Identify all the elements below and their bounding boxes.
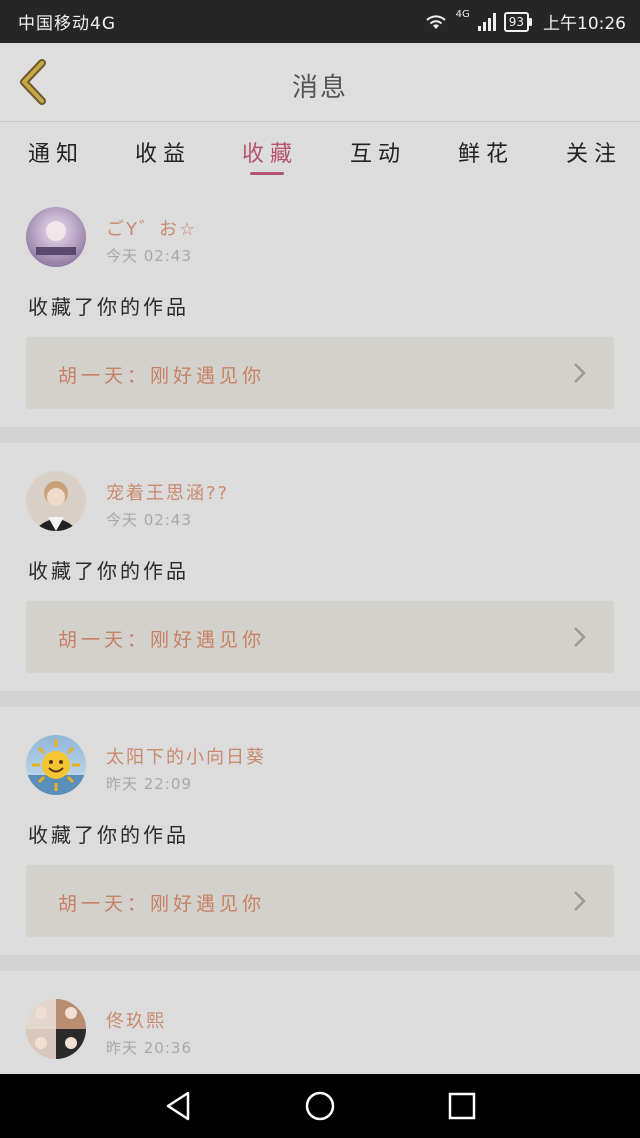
work-title: 胡一天：刚好遇见你: [58, 365, 266, 387]
username[interactable]: 宠着王思涵??: [106, 479, 229, 505]
list-item[interactable]: 太阳下的小向日葵 昨天 22:09 收藏了你的作品 胡一天：刚好遇见你: [0, 707, 640, 955]
username[interactable]: ごY゛お☆: [106, 215, 197, 241]
avatar[interactable]: [26, 735, 86, 795]
status-icons: 4G 93 上午10:26: [424, 9, 626, 34]
username[interactable]: 太阳下的小向日葵: [106, 743, 266, 769]
system-nav-bar: [0, 1074, 640, 1138]
signal-icon: [477, 12, 496, 31]
list-item[interactable]: 佟玖熙 昨天 20:36: [0, 971, 640, 1074]
clock: 上午10:26: [543, 14, 626, 34]
timestamp: 昨天 22:09: [106, 775, 192, 793]
divider: [0, 427, 640, 443]
chevron-right-icon: [574, 363, 586, 383]
avatar-portrait-icon: [34, 481, 78, 531]
tab-follows[interactable]: 关注: [566, 136, 622, 168]
list-item[interactable]: ごY゛お☆ 今天 02:43 收藏了你的作品 胡一天：刚好遇见你: [0, 183, 640, 427]
tab-earnings[interactable]: 收益: [135, 136, 191, 168]
avatar[interactable]: [26, 471, 86, 531]
carrier-label: 中国移动4G: [18, 14, 116, 34]
work-title: 胡一天：刚好遇见你: [58, 629, 266, 651]
sun-icon: [26, 739, 86, 795]
chevron-right-icon: [574, 891, 586, 911]
work-link[interactable]: 胡一天：刚好遇见你: [26, 337, 614, 409]
status-bar: 中国移动4G 4G 93 上午10:26: [0, 0, 640, 43]
tab-flowers[interactable]: 鲜花: [458, 136, 514, 168]
battery-icon: 93: [503, 11, 533, 32]
timestamp: 今天 02:43: [106, 247, 192, 265]
work-link[interactable]: 胡一天：刚好遇见你: [26, 865, 614, 937]
avatar[interactable]: [26, 207, 86, 267]
timestamp: 今天 02:43: [106, 511, 192, 529]
divider: [0, 691, 640, 707]
triangle-back-icon[interactable]: [160, 1088, 196, 1124]
work-title: 胡一天：刚好遇见你: [58, 893, 266, 915]
app-header: 消息: [0, 43, 640, 121]
list-item[interactable]: 宠着王思涵?? 今天 02:43 收藏了你的作品 胡一天：刚好遇见你: [0, 443, 640, 691]
action-text: 收藏了你的作品: [28, 823, 189, 847]
tab-notifications[interactable]: 通知: [28, 136, 84, 168]
wifi-icon: [425, 14, 446, 29]
work-link[interactable]: 胡一天：刚好遇见你: [26, 601, 614, 673]
active-tab-indicator: [250, 172, 284, 175]
network-type-label: 4G: [455, 9, 470, 20]
page-title: 消息: [291, 73, 348, 103]
action-text: 收藏了你的作品: [28, 559, 189, 583]
avatar-portrait-icon: [36, 221, 76, 255]
chevron-right-icon: [574, 627, 586, 647]
avatar-collage-icon: [26, 999, 86, 1059]
divider: [0, 955, 640, 971]
tab-interactions[interactable]: 互动: [350, 136, 406, 168]
username[interactable]: 佟玖熙: [106, 1007, 166, 1033]
action-text: 收藏了你的作品: [28, 295, 189, 319]
square-recents-icon[interactable]: [444, 1088, 480, 1124]
circle-home-icon[interactable]: [302, 1088, 338, 1124]
message-list[interactable]: ごY゛お☆ 今天 02:43 收藏了你的作品 胡一天：刚好遇见你 宠着王思涵??…: [0, 183, 640, 1074]
tab-bar: 通知 收益 收藏 互动 鲜花 关注: [0, 121, 640, 184]
tab-favorites[interactable]: 收藏: [242, 136, 298, 168]
battery-level: 93: [508, 14, 524, 29]
timestamp: 昨天 20:36: [106, 1039, 192, 1057]
avatar[interactable]: [26, 999, 86, 1059]
